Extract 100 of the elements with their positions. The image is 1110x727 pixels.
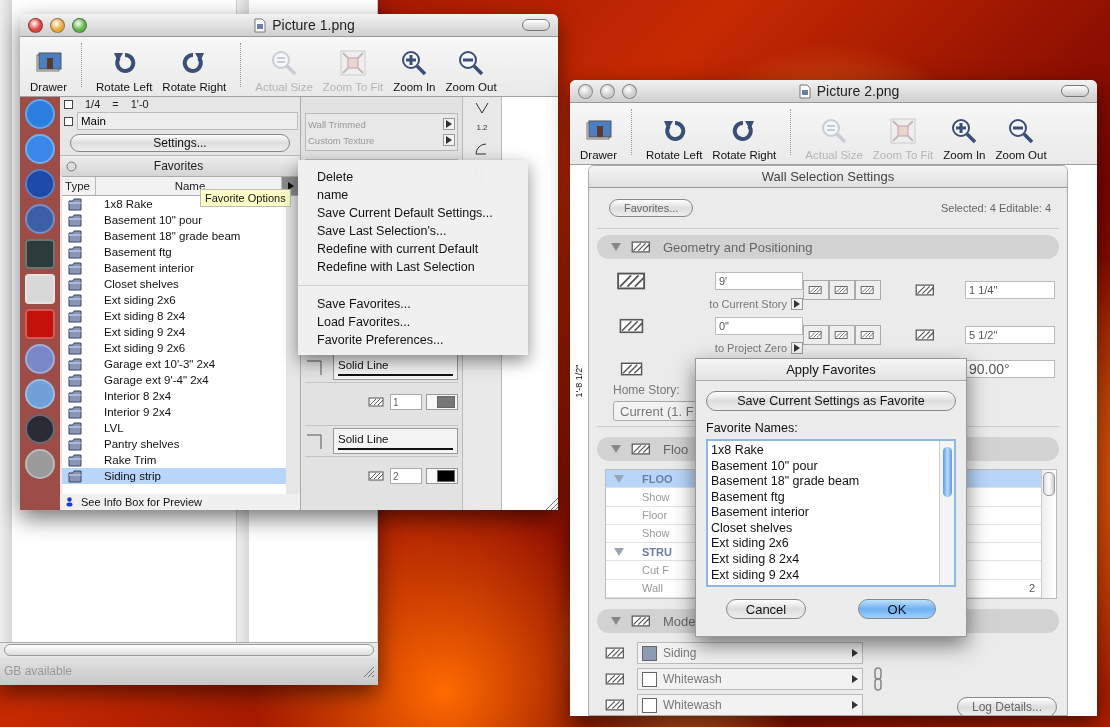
favorite-item[interactable]: LVL <box>62 420 286 436</box>
favorite-item[interactable]: Garage ext 9'-4" 2x4 <box>62 372 286 388</box>
menu-item[interactable]: Favorite Preferences... <box>298 331 528 349</box>
toolbar-toggle-button[interactable] <box>1061 85 1089 97</box>
menu-item[interactable]: Save Favorites... <box>298 295 528 313</box>
horizontal-scrollbar[interactable] <box>0 642 378 657</box>
favorite-name-item[interactable]: Basement interior <box>711 505 936 521</box>
line-type-dropdown[interactable]: Solid Line <box>333 428 458 454</box>
app-icon[interactable] <box>25 344 55 374</box>
section-header[interactable]: Geometry and Positioning <box>597 235 1059 259</box>
resize-grip-icon[interactable] <box>362 665 374 677</box>
favorite-item[interactable]: Siding strip <box>62 468 286 484</box>
favorite-item[interactable]: Interior 8 2x4 <box>62 388 286 404</box>
menu-item[interactable]: Save Current Default Settings... <box>298 204 528 222</box>
zoom-in-button[interactable]: Zoom In <box>939 117 990 161</box>
drawer-button[interactable]: Drawer <box>26 49 72 93</box>
favorite-item[interactable]: Ext siding 9 2x4 <box>62 324 286 340</box>
app-icon[interactable] <box>25 414 55 444</box>
height-field[interactable]: 9' <box>715 272 803 290</box>
ok-button[interactable]: OK <box>858 599 936 619</box>
disclosure-triangle-icon[interactable] <box>611 616 621 626</box>
drawer-button[interactable]: Drawer <box>576 117 622 161</box>
pen-color-swatch[interactable] <box>426 394 458 410</box>
favorite-item[interactable]: Basement interior <box>62 260 286 276</box>
vertical-scrollbar[interactable] <box>1041 470 1056 598</box>
favorite-item[interactable]: Basement 18" grade beam <box>62 228 286 244</box>
column-header[interactable]: Type <box>62 177 96 195</box>
save-favorite-button[interactable]: Save Current Settings as Favorite <box>706 391 956 411</box>
favorite-name-item[interactable]: Closet shelves <box>711 520 936 537</box>
favorite-name-item[interactable]: 1x8 Rake <box>711 443 936 459</box>
favorite-item[interactable]: Interior 9 2x4 <box>62 404 286 420</box>
zoom-button[interactable] <box>72 17 87 33</box>
favorite-name-item[interactable]: Basement ftg <box>711 489 936 506</box>
menu-item[interactable]: Redefine with current Default <box>298 240 528 258</box>
close-button[interactable] <box>578 83 593 99</box>
settings-button[interactable]: Settings... <box>70 134 290 152</box>
zoom-out-button[interactable]: Zoom Out <box>441 49 501 93</box>
log-details-button[interactable]: Log Details... <box>956 697 1057 715</box>
minimize-button[interactable] <box>600 83 615 99</box>
favorite-item[interactable]: Basement ftg <box>62 244 286 260</box>
disclosure-triangle-icon[interactable] <box>614 473 624 484</box>
disclosure-triangle-icon[interactable] <box>611 242 621 252</box>
favorite-item[interactable]: Garage ext 10'-3" 2x4 <box>62 356 286 372</box>
line-type-dropdown[interactable]: Solid Line <box>333 354 458 380</box>
circle-icon[interactable] <box>66 160 77 172</box>
menu-item[interactable]: Redefine with Last Selection <box>298 258 528 276</box>
rotate-right-button[interactable]: Rotate Right <box>158 49 231 93</box>
app-icon[interactable] <box>25 379 55 409</box>
wall-option-button[interactable] <box>855 324 881 345</box>
zoom-in-button[interactable]: Zoom In <box>389 49 440 93</box>
reference-arrow-button[interactable] <box>791 298 803 310</box>
app-icon[interactable] <box>25 99 55 129</box>
disclosure-triangle-icon[interactable] <box>614 546 624 557</box>
zoom-out-button[interactable]: Zoom Out <box>991 117 1051 161</box>
offset-field[interactable]: 5 1/2" <box>965 325 1055 344</box>
reference-arrow-button[interactable] <box>791 342 803 354</box>
wall-option-button[interactable] <box>803 324 829 345</box>
app-icon[interactable] <box>25 309 55 339</box>
favorite-item[interactable]: Rake Trim <box>62 452 286 468</box>
rotate-left-button[interactable]: Rotate Left <box>642 117 707 161</box>
wall-option-button[interactable] <box>829 279 855 300</box>
wall-option-button[interactable] <box>803 279 829 300</box>
vertical-scrollbar[interactable] <box>939 441 954 585</box>
base-field[interactable]: 0" <box>715 317 803 335</box>
surface-dropdown[interactable]: Whitewash <box>637 694 863 715</box>
favorite-item[interactable]: Pantry shelves <box>62 436 286 452</box>
rotate-left-button[interactable]: Rotate Left <box>92 49 157 93</box>
resize-grip-icon[interactable] <box>544 496 558 510</box>
favorite-item[interactable]: Ext siding 2x6 <box>62 292 286 308</box>
surface-dropdown[interactable]: Whitewash <box>637 668 863 690</box>
minimize-button[interactable] <box>50 17 65 33</box>
zoom-button[interactable] <box>622 83 637 99</box>
menu-item[interactable]: Load Favorites... <box>298 313 528 331</box>
menu-item[interactable]: name <box>298 186 528 204</box>
favorite-name-item[interactable]: Basement 10" pour <box>711 458 936 475</box>
favorite-item[interactable]: Closet shelves <box>62 276 286 292</box>
thickness-field[interactable]: 1 1/4" <box>965 280 1055 299</box>
favorite-item[interactable]: Ext siding 8 2x4 <box>62 308 286 324</box>
favorite-item[interactable]: Ext siding 9 2x6 <box>62 340 286 356</box>
favorite-name-item[interactable]: Ext siding 8 2x4 <box>711 551 936 568</box>
toolbar-toggle-button[interactable] <box>522 19 550 31</box>
menu-item[interactable]: Delete <box>298 168 528 186</box>
angle-field[interactable]: 90.00° <box>965 360 1055 378</box>
disclosure-triangle-icon[interactable] <box>611 444 621 454</box>
pen-field[interactable]: 1 <box>390 394 422 410</box>
cancel-button[interactable]: Cancel <box>726 599 806 619</box>
app-icon[interactable] <box>25 134 55 164</box>
app-icon[interactable] <box>25 169 55 199</box>
wall-option-button[interactable] <box>855 279 881 300</box>
pen-field[interactable]: 2 <box>390 468 422 484</box>
favorites-button[interactable]: Favorites... <box>609 199 694 217</box>
menu-item[interactable]: Save Last Selection's... <box>298 222 528 240</box>
close-button[interactable] <box>28 17 43 33</box>
wall-option-button[interactable] <box>829 324 855 345</box>
favorite-name-item[interactable]: Ext siding 2x6 <box>711 536 936 552</box>
option-arrow-button[interactable] <box>443 134 455 146</box>
app-icon[interactable] <box>25 239 55 269</box>
expand-box-icon[interactable] <box>64 116 73 126</box>
pen-color-swatch[interactable] <box>426 468 458 484</box>
favorite-name-item[interactable]: Basement 18" grade beam <box>711 474 936 490</box>
